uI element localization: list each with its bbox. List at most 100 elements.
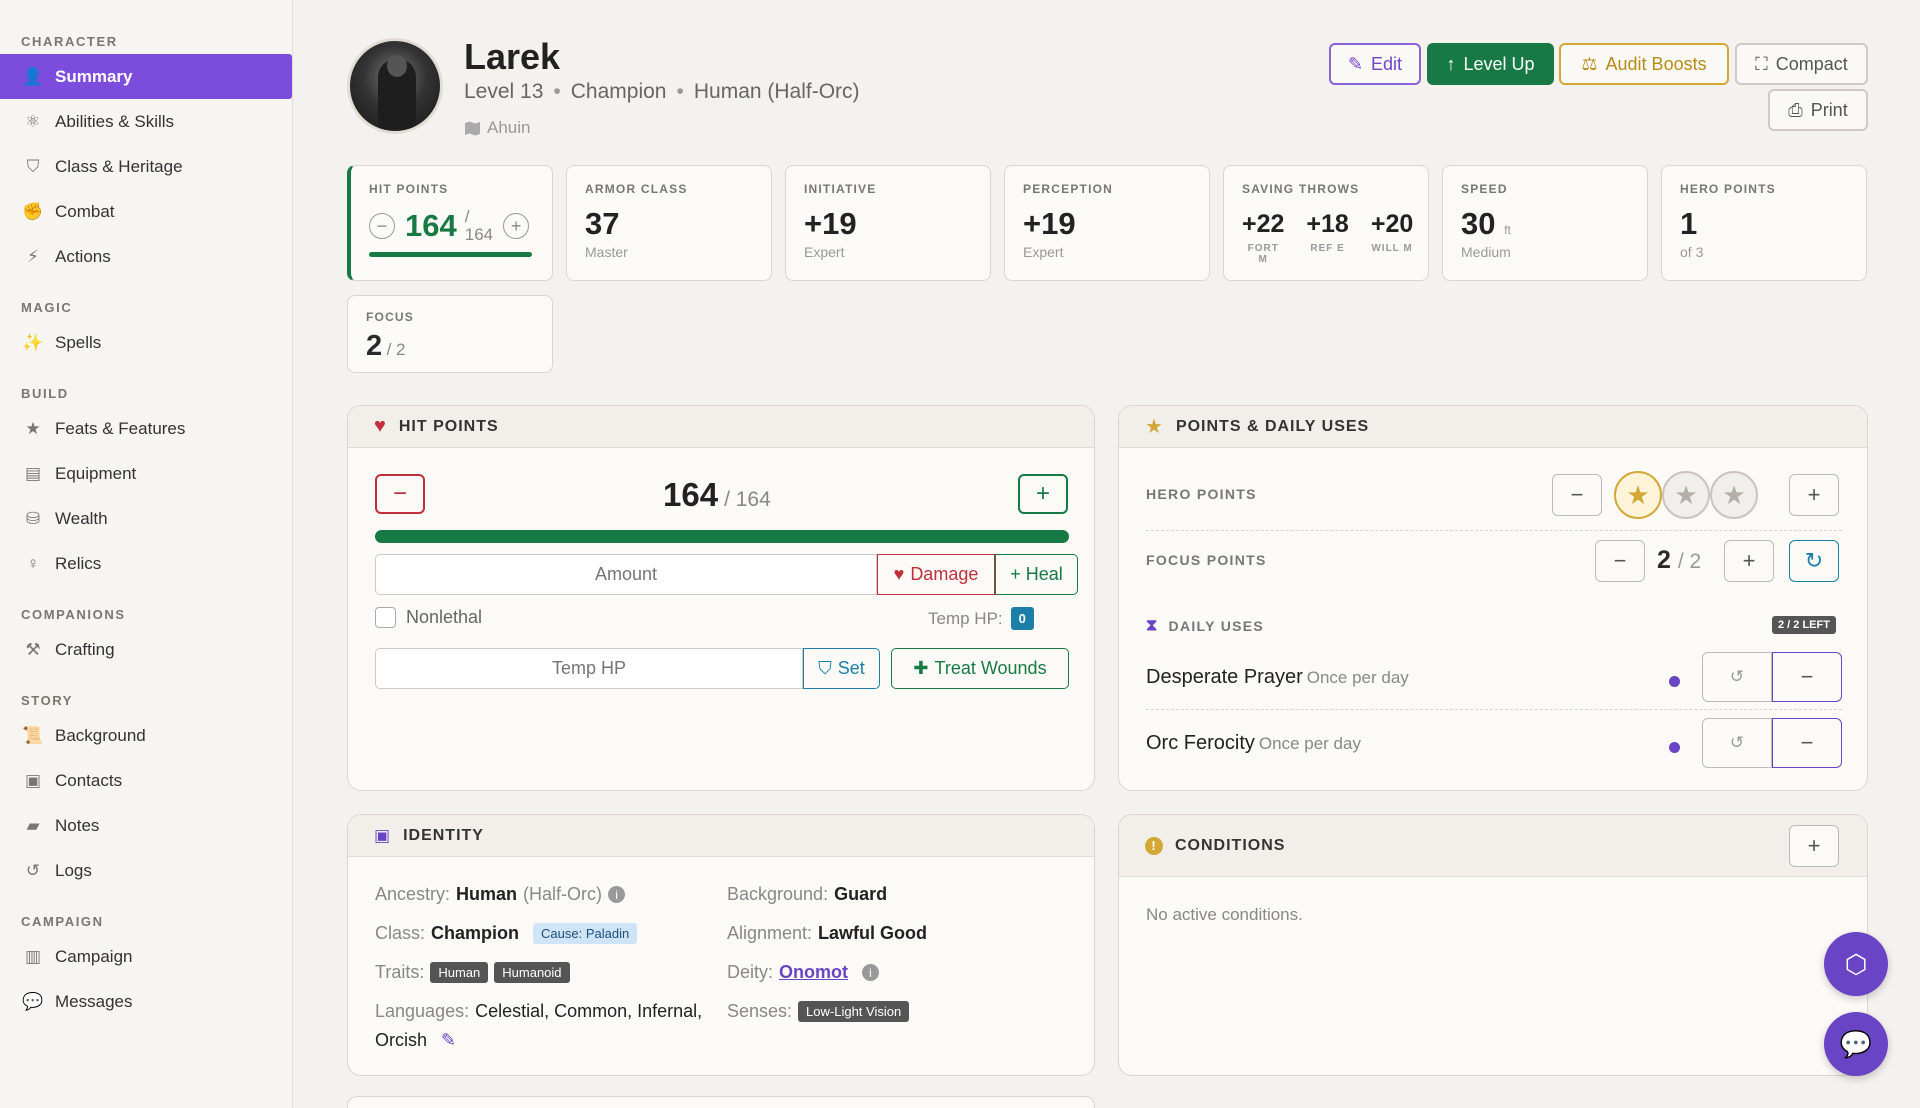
level-up-button[interactable]: ↑ Level Up — [1427, 43, 1554, 85]
address-book-icon: ▣ — [24, 770, 42, 790]
daily-uses-label: ⧗ DAILY USES — [1146, 617, 1265, 634]
wand-icon: ✨ — [22, 332, 44, 352]
treat-wounds-button[interactable]: ✚ Treat Wounds — [891, 648, 1069, 689]
reset-daily-use-button[interactable]: ↺ — [1702, 652, 1772, 702]
damage-button[interactable]: ♥ Damage — [877, 554, 995, 595]
focus-points-value: 2 / 2 — [1657, 546, 1702, 574]
set-temp-hp-button[interactable]: ⛉ Set — [803, 648, 880, 689]
hero-points-plus-button[interactable]: + — [1789, 474, 1839, 516]
refocus-button[interactable]: ↻ — [1789, 540, 1839, 582]
atom-icon: ⚛ — [25, 111, 41, 131]
medkit-icon: ✚ — [913, 658, 929, 678]
edit-button[interactable]: ✎ Edit — [1329, 43, 1421, 85]
sense-tag[interactable]: Low-Light Vision — [798, 1001, 910, 1022]
sidebar-item-actions[interactable]: ⚡ Actions — [0, 234, 292, 279]
sidebar-item-label: Wealth — [55, 508, 108, 528]
sidebar-item-crafting[interactable]: ⚒ Crafting — [0, 627, 292, 672]
hero-point-star[interactable]: ★ — [1662, 471, 1710, 519]
sidebar-item-label: Abilities & Skills — [55, 111, 175, 131]
info-icon[interactable]: i — [608, 886, 626, 903]
chat-button[interactable]: 💬 — [1824, 1012, 1888, 1076]
conditions-panel: ! CONDITIONS + No active conditions. — [1118, 814, 1868, 1076]
next-panel-edge — [347, 1096, 1095, 1108]
hp-bar — [369, 252, 532, 257]
d20-icon: ⬡ — [1844, 948, 1868, 979]
sidebar-section-title: CAMPAIGN — [21, 914, 104, 929]
ref-save[interactable]: +18 REF E — [1306, 210, 1348, 265]
hp-increment-button[interactable]: + — [503, 213, 530, 239]
info-icon[interactable]: i — [862, 964, 880, 981]
fort-save[interactable]: +22 FORT M — [1242, 210, 1284, 265]
daily-use-frequency: Once per day — [1258, 734, 1361, 753]
sidebar-item-background[interactable]: 📜 Background — [0, 713, 292, 758]
avatar[interactable] — [347, 38, 443, 134]
sidebar-item-abilities-skills[interactable]: ⚛ Abilities & Skills — [0, 99, 292, 144]
perception-card[interactable]: PERCEPTION +19 Expert — [1004, 165, 1210, 281]
daily-use-dot — [1669, 676, 1680, 687]
sidebar-item-label: Logs — [55, 860, 92, 880]
sidebar-item-label: Background — [55, 725, 146, 745]
heal-button[interactable]: + Heal — [995, 554, 1078, 595]
compact-button[interactable]: ⛶ Compact — [1735, 43, 1868, 85]
hero-point-star[interactable]: ★ — [1710, 471, 1758, 519]
hourglass-icon: ⧗ — [1146, 617, 1159, 634]
chat-icon: 💬 — [22, 991, 44, 1011]
star-icon: ★ — [25, 418, 41, 438]
amount-input[interactable] — [375, 554, 877, 595]
sidebar-item-logs[interactable]: ↺ Logs — [0, 848, 292, 893]
sidebar-item-spells[interactable]: ✨ Spells — [0, 320, 292, 365]
print-button[interactable]: ⎙ Print — [1768, 89, 1868, 131]
class-line: Class: Champion Cause: Paladin — [375, 923, 638, 944]
focus-points-plus-button[interactable]: + — [1724, 540, 1774, 582]
hero-points-minus-button[interactable]: − — [1552, 474, 1602, 516]
character-level: Level 13 — [464, 80, 544, 103]
background-line: Background: Guard — [727, 884, 888, 904]
hp-max: 164 — [464, 225, 494, 244]
sidebar-item-label: Campaign — [55, 946, 133, 966]
character-subtitle: Level 13 • Champion • Human (Half-Orc) — [464, 80, 860, 103]
will-save[interactable]: +20 WILL M — [1371, 210, 1413, 265]
hp-decrement-button[interactable]: − — [369, 213, 395, 239]
heart-icon: ♥ — [374, 415, 387, 437]
shield-icon: ⛉ — [26, 156, 40, 176]
use-daily-button[interactable]: − — [1772, 652, 1842, 702]
temp-hp-badge: 0 — [1010, 607, 1034, 630]
nonlethal-option[interactable]: Nonlethal — [375, 607, 482, 628]
sidebar-item-contacts[interactable]: ▣ Contacts — [0, 758, 292, 803]
sidebar-item-summary[interactable]: 👤 Summary — [0, 54, 292, 99]
initiative-card[interactable]: INITIATIVE +19 Expert — [785, 165, 991, 281]
dice-roller-button[interactable]: ⬡ — [1824, 932, 1888, 996]
sidebar-item-messages[interactable]: 💬 Messages — [0, 979, 292, 1024]
sidebar-item-class-heritage[interactable]: ⛉ Class & Heritage — [0, 144, 292, 189]
sidebar-item-equipment[interactable]: ▤ Equipment — [0, 451, 292, 496]
languages-line: Languages: Celestial, Common, Infernal, — [375, 1001, 703, 1021]
sidebar-item-notes[interactable]: ▰ Notes — [0, 803, 292, 848]
hp-display: 164/ 164 — [663, 476, 771, 513]
nonlethal-checkbox[interactable] — [375, 607, 396, 628]
sidebar-item-feats-features[interactable]: ★ Feats & Features — [0, 406, 292, 451]
sidebar-item-relics[interactable]: ♀ Relics — [0, 541, 292, 586]
map-icon — [465, 121, 480, 135]
sidebar-item-wealth[interactable]: ⛁ Wealth — [0, 496, 292, 541]
trait-tag[interactable]: Humanoid — [494, 962, 570, 983]
sidebar-item-campaign[interactable]: ▥ Campaign — [0, 934, 292, 979]
use-daily-button[interactable]: − — [1772, 718, 1842, 768]
trait-tag[interactable]: Human — [430, 962, 489, 983]
id-card-icon: ▣ — [374, 825, 392, 845]
add-condition-button[interactable]: + — [1789, 825, 1839, 867]
hero-point-star[interactable]: ★ — [1614, 471, 1662, 519]
hp-plus-button[interactable]: + — [1018, 474, 1068, 514]
character-class: Champion — [570, 80, 667, 103]
pencil-icon[interactable]: ✎ — [441, 1030, 456, 1051]
temp-hp-input[interactable] — [375, 648, 803, 689]
sidebar-item-combat[interactable]: ✊ Combat — [0, 189, 292, 234]
sidebar-item-label: Equipment — [55, 463, 137, 483]
audit-boosts-button[interactable]: ⚖ Audit Boosts — [1559, 43, 1729, 85]
focus-points-minus-button[interactable]: − — [1595, 540, 1645, 582]
minus-icon: − — [1800, 664, 1814, 689]
deity-link[interactable]: Onomot — [779, 962, 848, 983]
hp-minus-button[interactable]: − — [375, 474, 425, 514]
sidebar-section-title: STORY — [21, 693, 74, 708]
hero-points-card: HERO POINTS 1 of 3 — [1661, 165, 1867, 281]
reset-daily-use-button[interactable]: ↺ — [1702, 718, 1772, 768]
